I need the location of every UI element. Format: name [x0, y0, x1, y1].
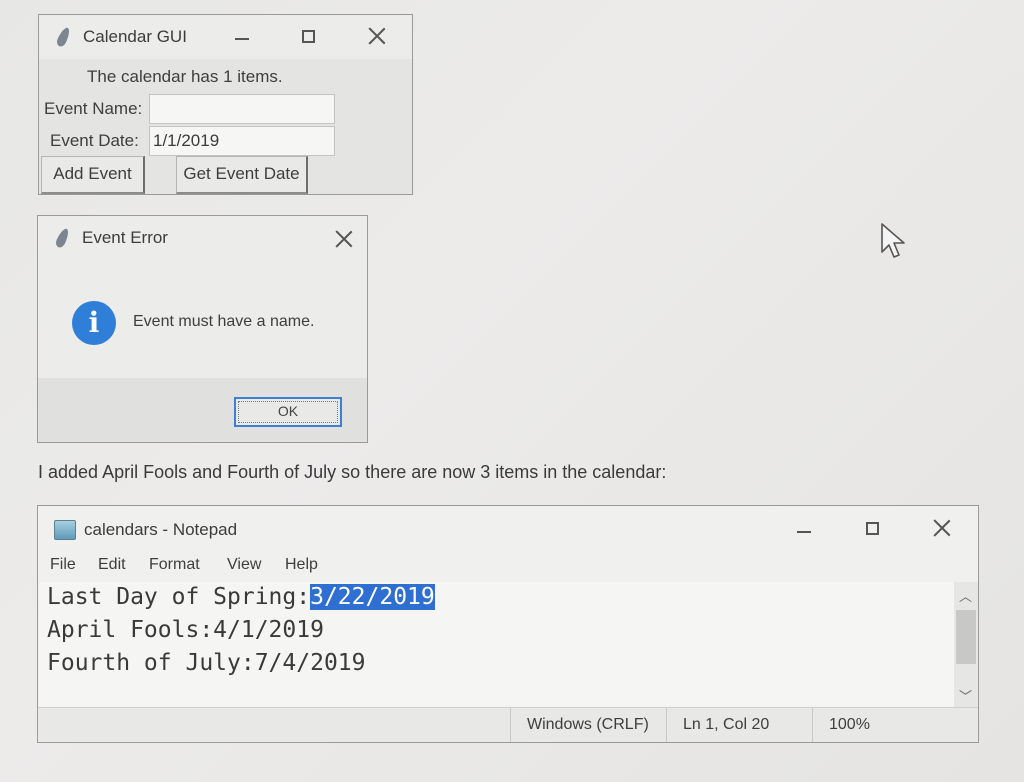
ok-button[interactable]: OK [234, 397, 342, 427]
scroll-up-icon[interactable]: ︿ [959, 586, 972, 605]
text-line: Last Day of Spring:3/22/2019 [47, 584, 435, 610]
close-icon[interactable] [933, 519, 951, 537]
caption-text: I added April Fools and Fourth of July s… [38, 462, 667, 482]
dialog-title: Event Error [82, 228, 168, 247]
line-endings-status: Windows (CRLF) [510, 708, 660, 742]
line-text: Last Day of Spring: [47, 584, 311, 610]
zoom-status: 100% [812, 708, 978, 742]
line-text: Fourth of July:7/4/2019 [47, 650, 366, 676]
feather-icon [54, 227, 71, 249]
scroll-down-icon[interactable]: ﹀ [959, 686, 972, 705]
calendar-gui-titlebar[interactable]: Calendar GUI [39, 15, 412, 59]
feather-icon [55, 26, 72, 48]
event-date-input[interactable]: 1/1/2019 [149, 126, 335, 156]
cursor-position-status: Ln 1, Col 20 [666, 708, 816, 742]
notepad-title: calendars - Notepad [84, 520, 238, 539]
maximize-icon[interactable] [866, 522, 879, 535]
notepad-text-area[interactable]: Last Day of Spring:3/22/2019 April Fools… [39, 582, 954, 710]
add-event-button[interactable]: Add Event [41, 156, 145, 194]
get-event-date-button[interactable]: Get Event Date [176, 156, 308, 194]
menu-edit[interactable]: Edit [98, 556, 126, 574]
minimize-icon[interactable] [797, 531, 811, 533]
vertical-scrollbar[interactable]: ︿ ﹀ [954, 582, 978, 710]
text-line: April Fools:4/1/2019 [47, 617, 324, 643]
close-icon[interactable] [368, 27, 386, 45]
event-error-dialog: Event Error i Event must have a name. OK [37, 215, 368, 443]
menu-view[interactable]: View [227, 556, 261, 574]
calendar-status-text: The calendar has 1 items. [87, 67, 283, 86]
mouse-pointer-icon [881, 223, 905, 258]
line-text: April Fools:4/1/2019 [47, 617, 324, 643]
close-icon[interactable] [335, 230, 353, 248]
event-date-label: Event Date: [50, 131, 139, 150]
notepad-window: calendars - Notepad File Edit Format Vie… [37, 505, 979, 743]
maximize-icon[interactable] [302, 30, 315, 43]
info-icon: i [72, 301, 116, 345]
selected-text: 3/22/2019 [310, 584, 435, 610]
menu-format[interactable]: Format [149, 556, 200, 574]
menu-help[interactable]: Help [285, 556, 318, 574]
scrollbar-thumb[interactable] [956, 610, 976, 664]
event-name-label: Event Name: [44, 99, 143, 118]
status-bar: Windows (CRLF) Ln 1, Col 20 100% [38, 707, 978, 742]
text-line: Fourth of July:7/4/2019 [47, 650, 366, 676]
notepad-icon [54, 520, 76, 540]
window-title: Calendar GUI [83, 27, 187, 46]
calendar-gui-window: Calendar GUI The calendar has 1 items. E… [38, 14, 413, 195]
event-name-input[interactable] [149, 94, 335, 124]
menu-file[interactable]: File [50, 556, 76, 574]
error-message: Event must have a name. [133, 313, 315, 330]
minimize-icon[interactable] [235, 38, 249, 40]
